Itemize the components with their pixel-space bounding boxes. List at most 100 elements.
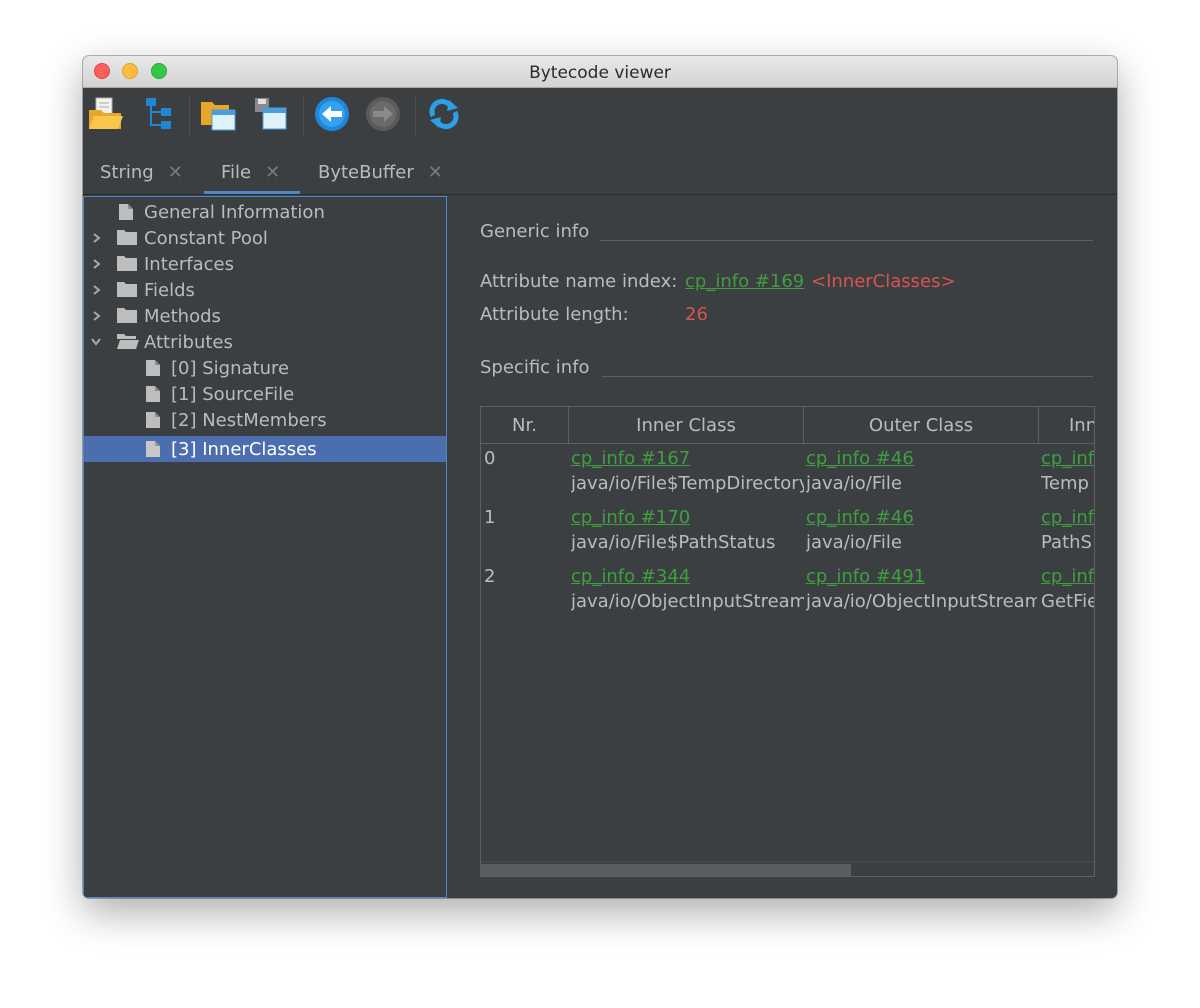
tab-bytebuffer[interactable]: ByteBuffer ✕ bbox=[318, 150, 458, 194]
window-title: Bytecode viewer bbox=[529, 63, 671, 83]
file-icon bbox=[146, 360, 160, 376]
inner-class-link[interactable]: cp_info #344 bbox=[571, 566, 690, 587]
open-folder-icon bbox=[89, 97, 123, 129]
chevron-down-icon[interactable] bbox=[91, 337, 101, 347]
tree-item-fields[interactable]: Fields bbox=[84, 277, 446, 303]
tree-item-label: Constant Pool bbox=[144, 227, 268, 249]
tab-string[interactable]: String ✕ bbox=[100, 150, 204, 194]
inner-class-link[interactable]: cp_info #170 bbox=[571, 507, 690, 528]
save-window-button[interactable] bbox=[251, 96, 289, 132]
tree-item-innerclasses[interactable]: [3] InnerClasses bbox=[84, 436, 446, 462]
tree-item-label: [2] NestMembers bbox=[171, 409, 327, 431]
close-tab-icon[interactable]: ✕ bbox=[265, 162, 280, 183]
scrollbar-thumb[interactable] bbox=[481, 864, 851, 876]
hierarchy-button[interactable] bbox=[141, 96, 179, 132]
outer-class-name: java/io/File bbox=[806, 532, 902, 553]
inner-classes-table[interactable]: Nr. Inner Class Outer Class Inn 0 cp_inf… bbox=[480, 406, 1095, 877]
folder-icon bbox=[117, 308, 137, 323]
tree-item-label: [1] SourceFile bbox=[171, 383, 295, 405]
outer-class-link[interactable]: cp_info #491 bbox=[806, 566, 925, 587]
forward-button[interactable] bbox=[364, 96, 402, 132]
tab-label: File bbox=[221, 161, 252, 183]
inner-name-value: Temp bbox=[1041, 473, 1089, 494]
chevron-right-icon[interactable] bbox=[92, 311, 102, 321]
column-header-inner-name[interactable]: Inn bbox=[1039, 407, 1094, 443]
attribute-name-value: <InnerClasses> bbox=[811, 271, 956, 292]
outer-class-name: java/io/ObjectInputStream bbox=[806, 591, 1037, 612]
inner-name-link[interactable]: cp_info bbox=[1041, 566, 1094, 587]
toolbar-separator bbox=[189, 96, 190, 136]
tree-item-signature[interactable]: [0] Signature bbox=[84, 355, 446, 381]
table-header: Nr. Inner Class Outer Class Inn bbox=[481, 407, 1094, 444]
inner-class-link[interactable]: cp_info #167 bbox=[571, 448, 690, 469]
save-window-icon bbox=[255, 98, 287, 130]
toolbar-separator bbox=[303, 96, 304, 136]
inner-name-value: PathS bbox=[1041, 532, 1092, 553]
tree-item-label: General Information bbox=[144, 201, 325, 223]
chevron-right-icon[interactable] bbox=[92, 233, 102, 243]
refresh-icon bbox=[429, 98, 459, 130]
tab-bar: String ✕ File ✕ ByteBuffer ✕ bbox=[83, 150, 1117, 195]
tree-item-attributes[interactable]: Attributes bbox=[84, 329, 446, 355]
file-icon bbox=[119, 204, 133, 220]
folder-icon bbox=[117, 230, 137, 245]
attribute-length-value: 26 bbox=[685, 304, 708, 325]
column-header-inner-class[interactable]: Inner Class bbox=[569, 407, 804, 443]
open-window-folder-icon bbox=[201, 102, 236, 131]
inner-class-name: java/io/ObjectInputStream bbox=[571, 591, 804, 612]
horizontal-scrollbar[interactable] bbox=[481, 861, 1094, 876]
tree-item-constant-pool[interactable]: Constant Pool bbox=[84, 225, 446, 251]
inner-name-value: GetFie bbox=[1041, 591, 1094, 612]
refresh-button[interactable] bbox=[425, 96, 463, 132]
hierarchy-icon bbox=[146, 98, 171, 129]
open-in-window-button[interactable] bbox=[199, 96, 237, 132]
tree-item-methods[interactable]: Methods bbox=[84, 303, 446, 329]
tab-file[interactable]: File ✕ bbox=[204, 150, 300, 195]
folder-icon bbox=[117, 256, 137, 271]
structure-tree[interactable]: General Information Constant Pool Interf… bbox=[83, 196, 447, 898]
section-divider bbox=[602, 376, 1093, 377]
toolbar bbox=[83, 88, 1117, 140]
section-divider bbox=[600, 240, 1093, 241]
title-bar[interactable]: Bytecode viewer bbox=[83, 56, 1117, 88]
column-header-nr[interactable]: Nr. bbox=[481, 407, 569, 443]
tree-item-label: [0] Signature bbox=[171, 357, 290, 379]
tree-item-sourcefile[interactable]: [1] SourceFile bbox=[84, 381, 446, 407]
outer-class-link[interactable]: cp_info #46 bbox=[806, 448, 914, 469]
specific-info-heading: Specific info bbox=[480, 357, 590, 378]
close-tab-icon[interactable]: ✕ bbox=[428, 162, 443, 183]
chevron-right-icon[interactable] bbox=[92, 259, 102, 269]
inner-name-link[interactable]: cp_info bbox=[1041, 448, 1094, 469]
tab-label: ByteBuffer bbox=[318, 161, 414, 183]
outer-class-name: java/io/File bbox=[806, 473, 902, 494]
tree-item-label: [3] InnerClasses bbox=[171, 438, 317, 460]
chevron-right-icon[interactable] bbox=[92, 285, 102, 295]
tab-divider bbox=[83, 194, 1117, 195]
file-icon bbox=[146, 412, 160, 428]
file-icon bbox=[146, 441, 160, 457]
back-arrow-icon bbox=[315, 97, 349, 131]
outer-class-link[interactable]: cp_info #46 bbox=[806, 507, 914, 528]
row-number: 0 bbox=[484, 448, 496, 469]
open-folder-icon bbox=[117, 334, 139, 349]
folder-icon bbox=[117, 282, 137, 297]
close-tab-icon[interactable]: ✕ bbox=[168, 162, 183, 183]
row-number: 2 bbox=[484, 566, 496, 587]
open-file-button[interactable] bbox=[87, 96, 125, 132]
column-header-outer-class[interactable]: Outer Class bbox=[804, 407, 1039, 443]
tree-item-label: Methods bbox=[144, 305, 221, 327]
tab-label: String bbox=[100, 161, 154, 183]
tree-item-label: Interfaces bbox=[144, 253, 234, 275]
generic-info-heading: Generic info bbox=[480, 221, 590, 242]
bytecode-viewer-window: Bytecode viewer String ✕ File ✕ ByteBuff… bbox=[83, 56, 1117, 898]
tree-item-general-information[interactable]: General Information bbox=[84, 199, 446, 225]
back-button[interactable] bbox=[313, 96, 351, 132]
file-icon bbox=[146, 386, 160, 402]
attribute-name-index-link[interactable]: cp_info #169 bbox=[685, 271, 804, 292]
inner-name-link[interactable]: cp_info bbox=[1041, 507, 1094, 528]
tree-item-interfaces[interactable]: Interfaces bbox=[84, 251, 446, 277]
tree-item-label: Fields bbox=[144, 279, 195, 301]
inner-class-name: java/io/File$PathStatus bbox=[571, 532, 776, 553]
toolbar-separator bbox=[415, 96, 416, 136]
tree-item-nestmembers[interactable]: [2] NestMembers bbox=[84, 407, 446, 433]
